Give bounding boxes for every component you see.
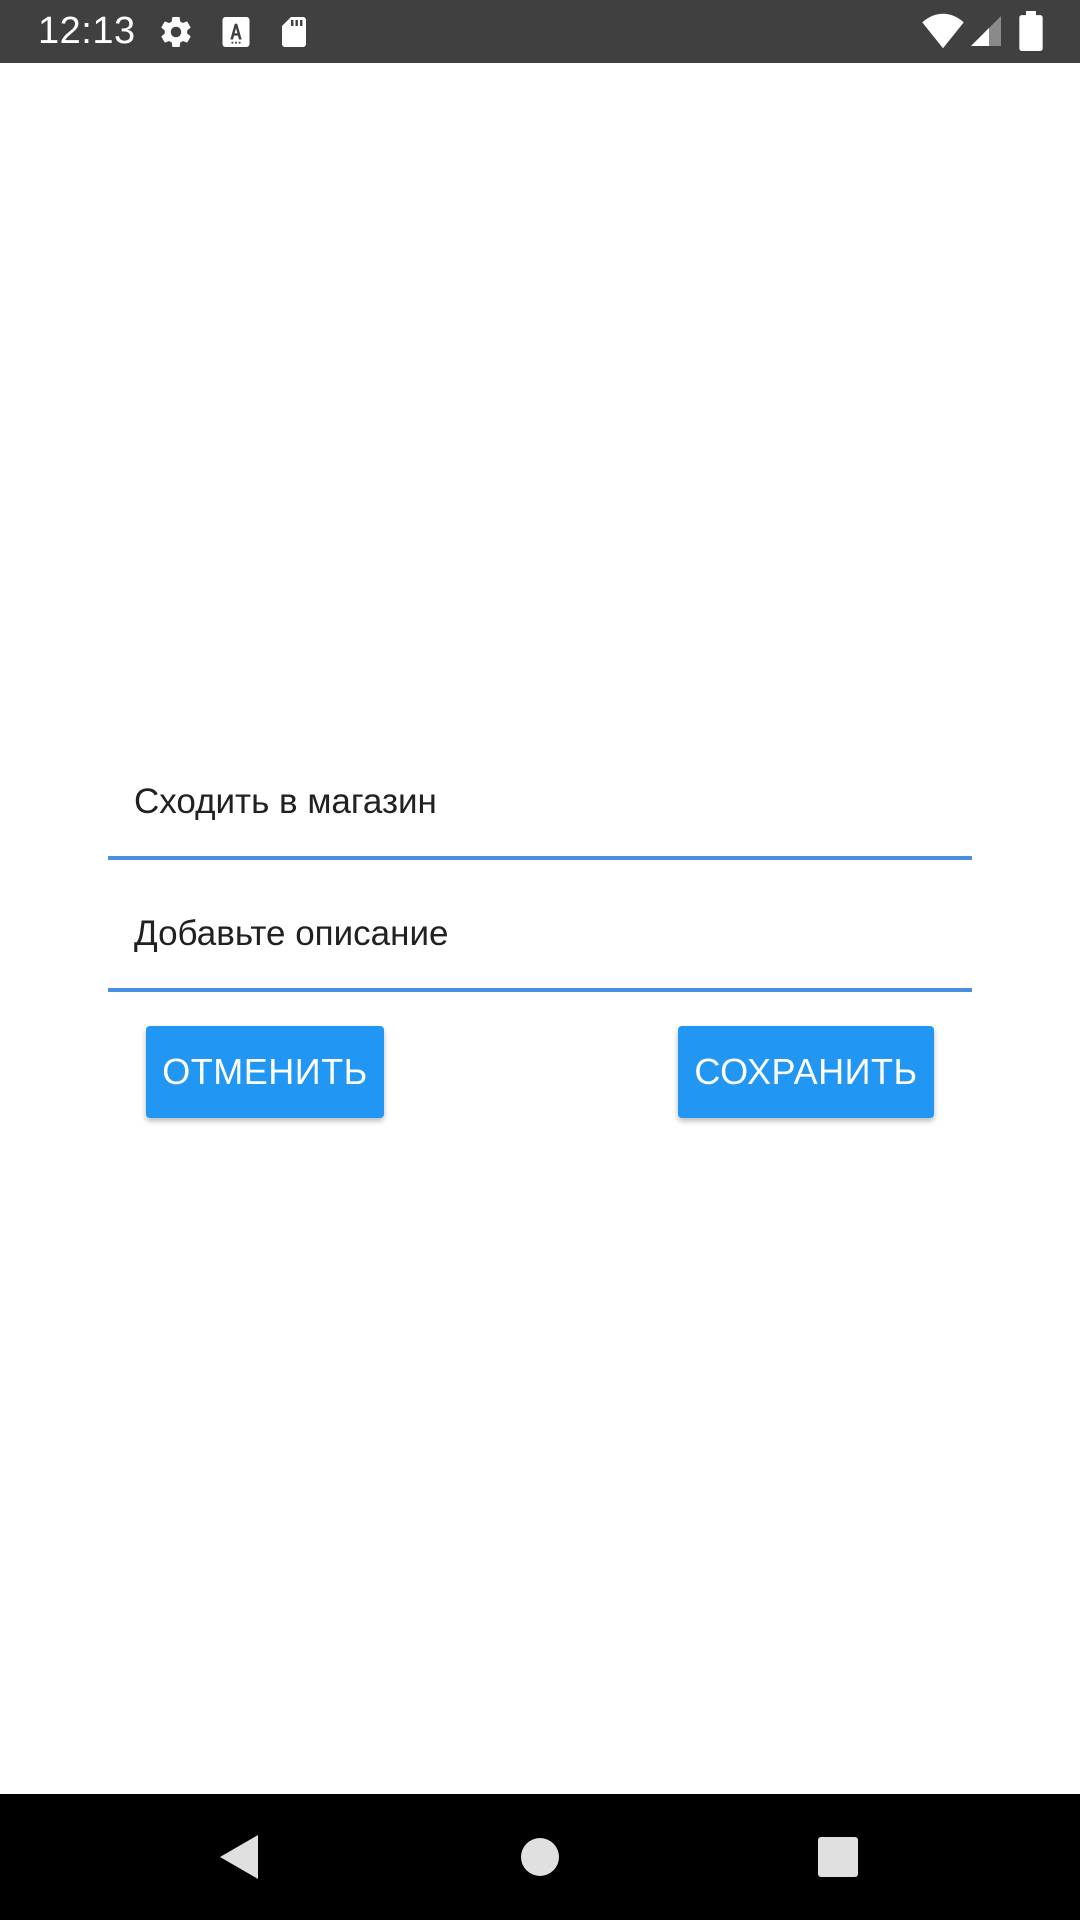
- battery-icon: [1018, 11, 1044, 51]
- navigation-bar: [0, 1794, 1080, 1920]
- task-description-field[interactable]: Добавьте описание: [108, 892, 972, 992]
- settings-icon: [158, 14, 194, 50]
- status-time: 12:13: [38, 10, 136, 52]
- wifi-icon: [922, 12, 964, 50]
- status-bar: 12:13: [0, 0, 1080, 63]
- edit-task-screen: Сходить в магазин Добавьте описание ОТМЕ…: [0, 63, 1080, 1794]
- a-notification-icon: [218, 14, 254, 50]
- signal-icon: [968, 13, 1004, 49]
- save-button[interactable]: СОХРАНИТЬ: [678, 1026, 934, 1118]
- recents-icon[interactable]: [808, 1827, 868, 1887]
- back-icon[interactable]: [208, 1827, 268, 1887]
- task-description-placeholder: Добавьте описание: [134, 914, 449, 953]
- cancel-button[interactable]: ОТМЕНИТЬ: [146, 1026, 384, 1118]
- home-icon[interactable]: [510, 1827, 570, 1887]
- task-title-value: Сходить в магазин: [134, 782, 437, 821]
- task-title-field[interactable]: Сходить в магазин: [108, 760, 972, 860]
- sd-card-icon: [276, 14, 312, 50]
